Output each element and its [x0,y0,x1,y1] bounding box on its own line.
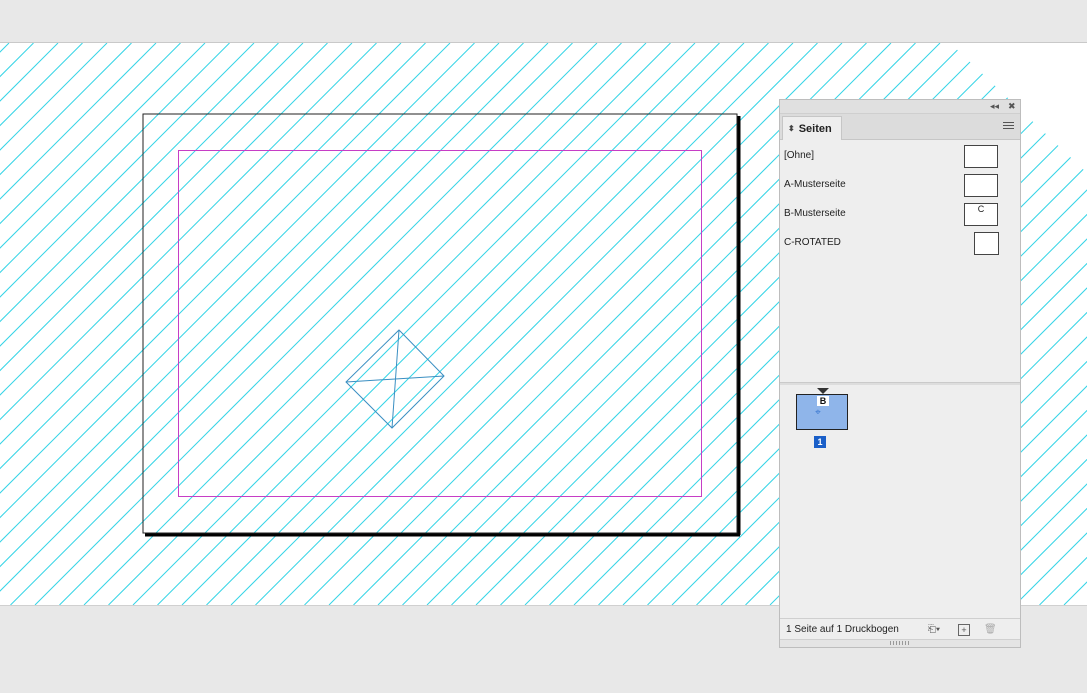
page-thumbnail[interactable]: B ⌖ [796,394,848,430]
hatch-line [0,43,377,605]
applied-master-badge: B [817,396,829,406]
master-item-ohne[interactable]: [Ohne] [780,141,1020,170]
master-thumbnail[interactable]: C [964,203,998,226]
hatch-line [0,43,230,605]
master-label: A-Musterseite [784,170,846,199]
new-page-icon[interactable]: + [958,624,970,636]
hatch-line [0,43,524,605]
tab-label: Seiten [799,123,832,135]
hatch-line [0,43,328,605]
hatch-line [0,43,107,605]
master-item-c-rotated[interactable]: C-ROTATED [780,228,1020,257]
tab-pages[interactable]: ⬍ Seiten [782,116,842,140]
hatch-line [0,43,132,605]
page-size-icon[interactable]: ⎗▾ [926,624,942,636]
pages-panel: ◂◂ ✖ ⬍ Seiten [Ohne] A-Musterseite B-Mus… [779,99,1021,648]
master-label: B-Musterseite [784,199,846,228]
empty-graphic-frame[interactable] [346,330,444,428]
hatch-line [0,43,34,605]
hatch-line [0,43,279,605]
trash-icon[interactable]: 🗑 [984,624,996,636]
panel-menu-icon[interactable] [1003,122,1014,131]
page-number-label[interactable]: 1 [814,436,826,448]
panel-split-divider[interactable] [780,382,1020,385]
master-thumbnail[interactable] [964,145,998,168]
hatch-line [1040,43,1087,605]
panel-title-strip[interactable]: ◂◂ ✖ [780,100,1020,114]
panel-resize-grip[interactable] [780,639,1020,647]
hatch-line [0,43,254,605]
hatch-line [0,43,181,605]
panel-footer: 1 Seite auf 1 Druckbogen ⎗▾ + 🗑 [780,618,1020,641]
hatch-line [0,43,450,605]
close-icon[interactable]: ✖ [1008,100,1016,113]
hatch-line [0,43,499,605]
hatch-line [0,43,426,605]
top-toolbar-area [0,0,1087,43]
page-crosshair-icon: ⌖ [813,408,823,418]
master-thumbnail[interactable] [964,174,998,197]
hatch-line [0,43,9,605]
hatch-line [0,43,352,605]
panel-tab-row: ⬍ Seiten [780,114,1020,140]
master-item-b[interactable]: B-Musterseite C [780,199,1020,228]
tab-expand-icon: ⬍ [788,125,795,133]
hatch-line [0,43,548,605]
master-item-a[interactable]: A-Musterseite [780,170,1020,199]
hatch-line [0,43,205,605]
master-label: [Ohne] [784,141,814,170]
hatch-line [0,43,58,605]
master-thumbnail[interactable] [974,232,999,255]
master-label: C-ROTATED [784,228,841,257]
double-chevron-left-icon[interactable]: ◂◂ [990,100,999,113]
spread-status-text: 1 Seite auf 1 Druckbogen [786,619,899,641]
